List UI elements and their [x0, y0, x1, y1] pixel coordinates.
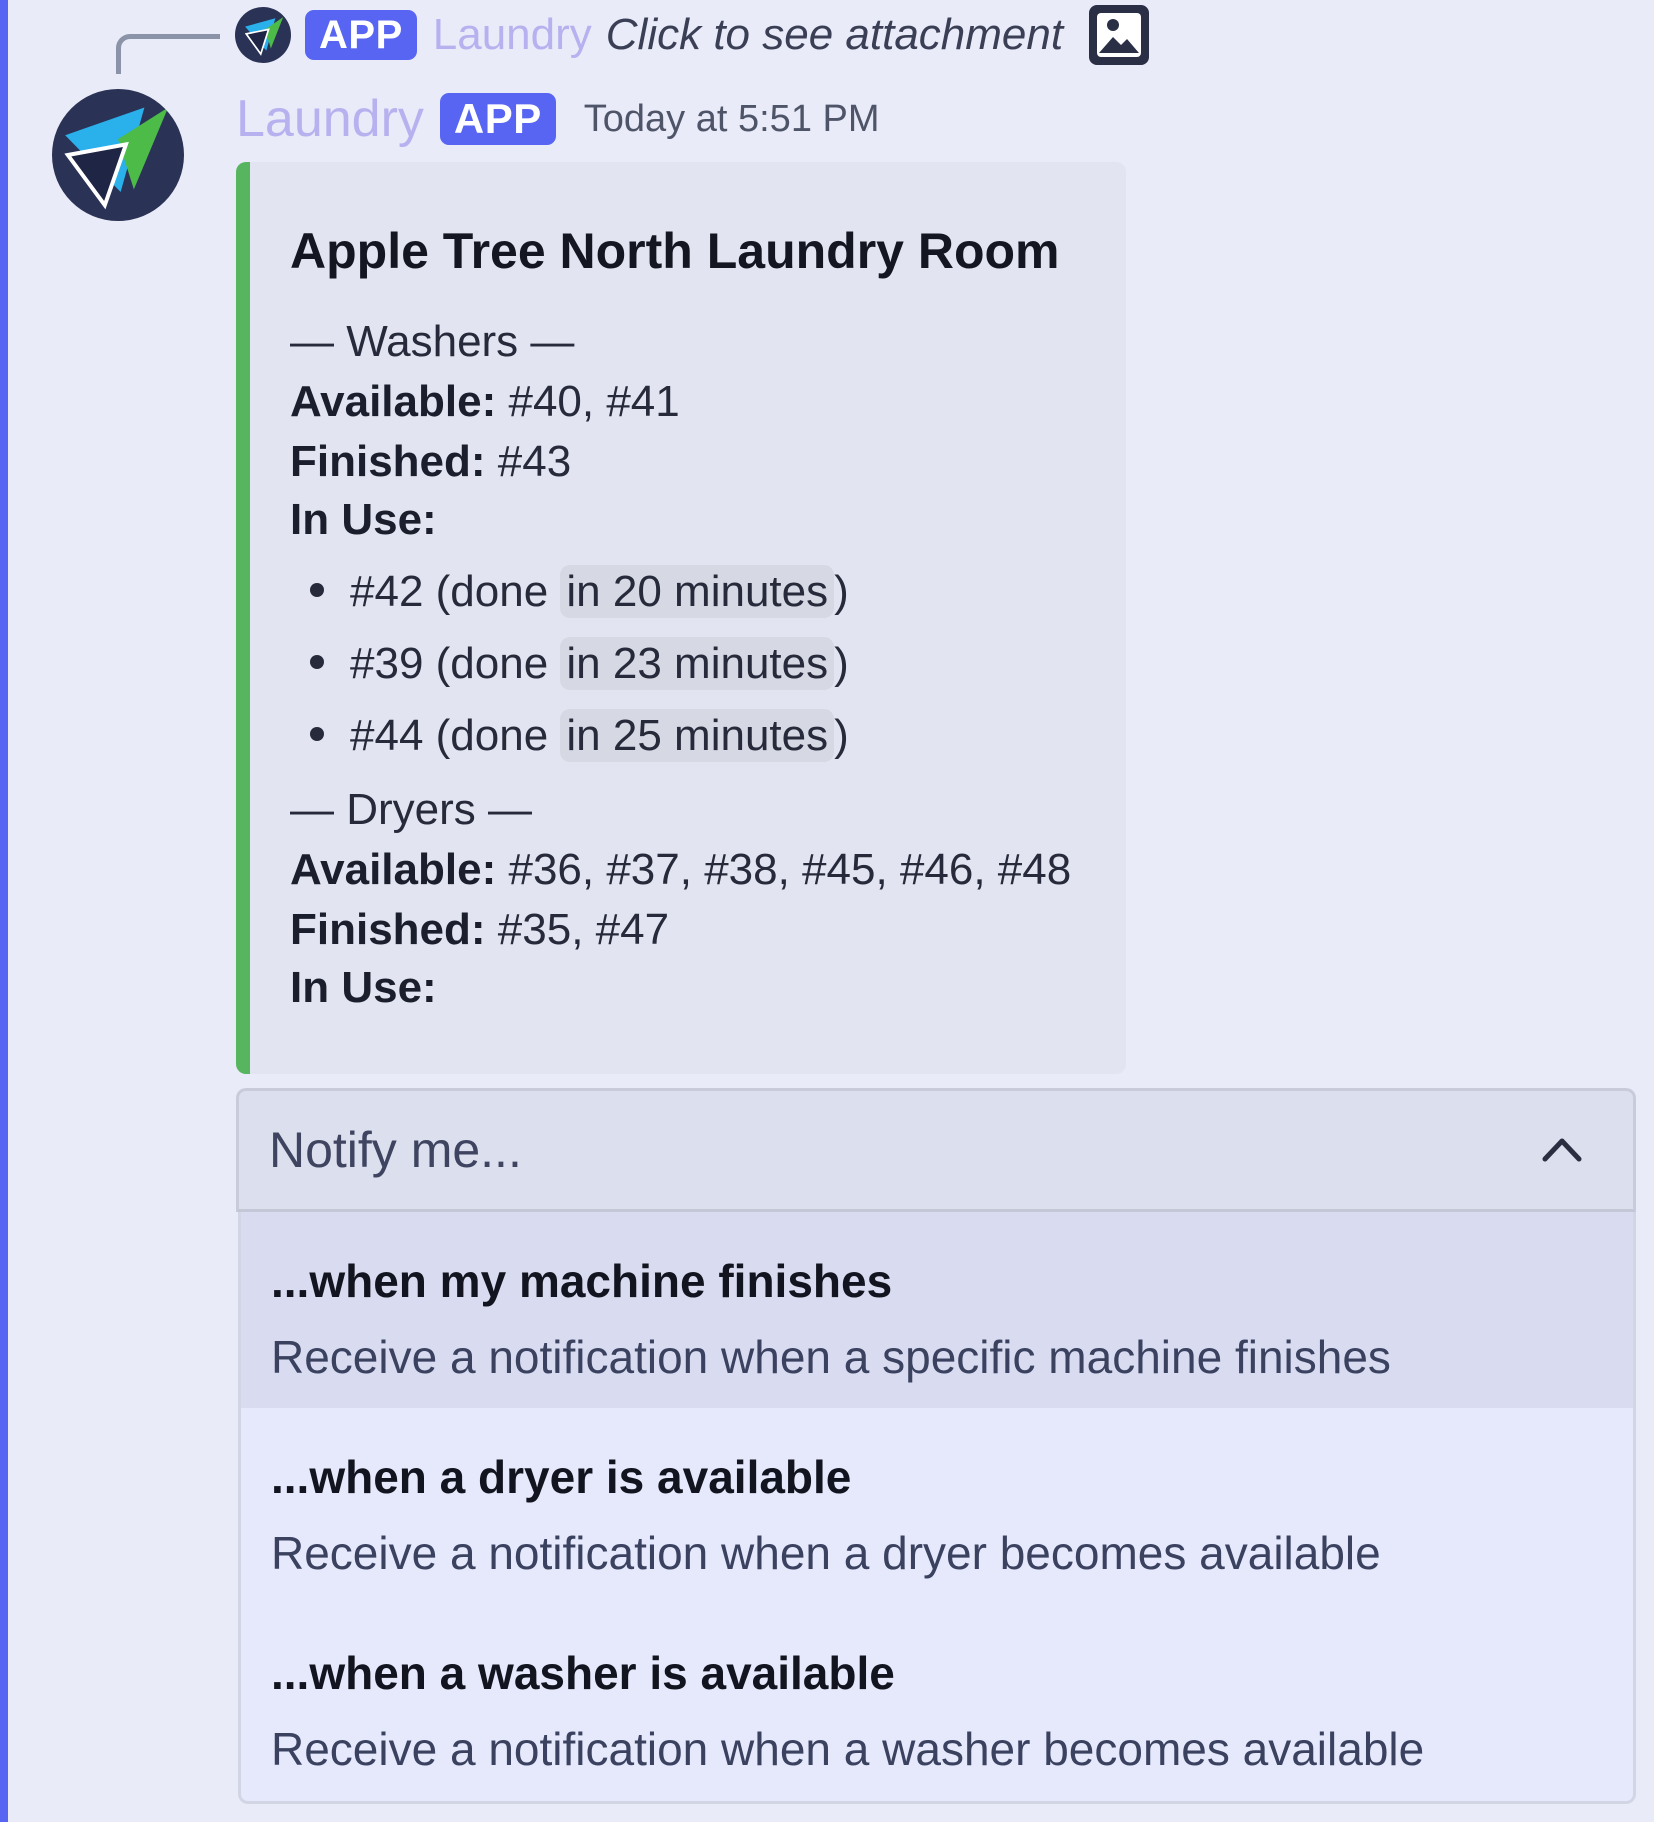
message-header: Laundry APP Today at 5:51 PM	[236, 88, 880, 150]
machine-status: #44 (done	[350, 711, 549, 760]
option-dryer-available[interactable]: ...when a dryer is available Receive a n…	[241, 1408, 1633, 1604]
relative-time[interactable]: in 23 minutes	[560, 637, 835, 690]
dryers-available: Available: #36, #37, #38, #45, #46, #48	[290, 842, 1071, 898]
option-washer-available[interactable]: ...when a washer is available Receive a …	[241, 1604, 1633, 1800]
bullet-dot	[310, 583, 324, 598]
option-title: ...when a washer is available	[271, 1647, 895, 1699]
option-description: Receive a notification when a specific m…	[271, 1331, 1391, 1383]
dryers-finished-label: Finished:	[290, 905, 486, 954]
app-badge: APP	[439, 93, 556, 145]
dryers-available-label: Available:	[290, 845, 497, 894]
dryers-in-use-label: In Use:	[290, 960, 437, 1016]
close-paren: )	[834, 711, 849, 760]
dryers-finished: Finished: #35, #47	[290, 902, 669, 958]
list-item: #39 (done in 23 minutes)	[310, 636, 849, 692]
close-paren: )	[834, 639, 849, 688]
washers-available-value: #40, #41	[508, 377, 680, 426]
washers-heading: — Washers —	[290, 317, 575, 366]
chevron-up-icon[interactable]	[1537, 1125, 1587, 1175]
list-item: #42 (done in 20 minutes)	[310, 564, 849, 620]
relative-time[interactable]: in 20 minutes	[560, 565, 835, 618]
option-description: Receive a notification when a dryer beco…	[271, 1527, 1381, 1579]
select-options-list: ...when my machine finishes Receive a no…	[238, 1212, 1636, 1804]
bullet-dot	[310, 727, 324, 742]
machine-status: #42 (done	[350, 567, 549, 616]
reply-spine	[116, 34, 220, 74]
option-machine-finishes[interactable]: ...when my machine finishes Receive a no…	[241, 1212, 1633, 1408]
embed-card: Apple Tree North Laundry Room — Washers …	[236, 162, 1126, 1074]
laundry-logo-icon	[64, 107, 169, 210]
washers-finished-value: #43	[497, 437, 572, 486]
washers-available: Available: #40, #41	[290, 374, 680, 430]
option-description: Receive a notification when a washer bec…	[271, 1723, 1425, 1775]
list-item: #44 (done in 25 minutes)	[310, 708, 849, 764]
washers-finished: Finished: #43	[290, 434, 571, 490]
select-placeholder: Notify me...	[269, 1122, 522, 1178]
washers-in-use-label: In Use:	[290, 492, 437, 548]
machine-status: #39 (done	[350, 639, 549, 688]
close-paren: )	[834, 567, 849, 616]
reply-app-badge: APP	[305, 10, 417, 60]
message-timestamp[interactable]: Today at 5:51 PM	[584, 98, 880, 141]
embed-title: Apple Tree North Laundry Room	[290, 223, 1060, 279]
washers-available-label: Available:	[290, 377, 497, 426]
laundry-logo-icon	[244, 17, 284, 56]
option-title: ...when my machine finishes	[271, 1255, 893, 1307]
dryers-available-value: #36, #37, #38, #45, #46, #48	[508, 845, 1072, 894]
dryers-in-use-label-text: In Use:	[290, 963, 437, 1012]
unread-accent-bar	[0, 0, 8, 1822]
relative-time[interactable]: in 25 minutes	[560, 709, 835, 762]
dryers-heading: — Dryers —	[290, 785, 532, 834]
reply-avatar[interactable]	[235, 7, 291, 63]
bullet-dot	[310, 655, 324, 670]
author-name[interactable]: Laundry	[236, 89, 424, 149]
author-avatar[interactable]	[52, 89, 184, 221]
washers-in-use-label-text: In Use:	[290, 495, 437, 544]
washers-finished-label: Finished:	[290, 437, 486, 486]
dryers-finished-value: #35, #47	[497, 905, 670, 954]
reply-preview-text[interactable]: Click to see attachment	[606, 10, 1063, 60]
notify-select[interactable]: Notify me...	[236, 1088, 1636, 1212]
reply-reference[interactable]: APP Laundry Click to see attachment	[235, 4, 1150, 66]
image-icon[interactable]	[1089, 5, 1150, 65]
reply-author-name[interactable]: Laundry	[433, 10, 592, 60]
option-title: ...when a dryer is available	[271, 1451, 852, 1503]
